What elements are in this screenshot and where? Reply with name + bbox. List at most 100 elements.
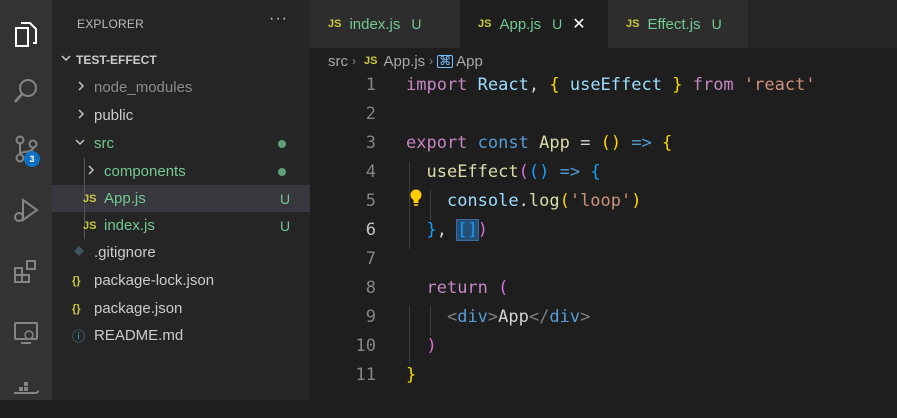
- search-icon[interactable]: [0, 67, 52, 115]
- json-file-icon: {}: [72, 302, 81, 315]
- indent-guide: [430, 190, 431, 220]
- code-token: =: [580, 133, 591, 153]
- editor-tabs: JS index.js U JS App.js U ✕ JS Effect.js…: [310, 0, 897, 48]
- tree-item-label: App.js: [104, 190, 146, 207]
- code-line[interactable]: }: [406, 365, 416, 385]
- code-line[interactable]: export const App = () => {: [406, 133, 672, 153]
- code-token: (: [518, 162, 529, 182]
- close-icon[interactable]: ✕: [572, 14, 585, 34]
- tab-effect-js[interactable]: JS Effect.js U: [608, 0, 748, 48]
- code-token: useEffect: [426, 162, 519, 182]
- code-token: ,: [528, 75, 550, 95]
- modified-dot: [278, 167, 286, 176]
- git-status: U: [280, 217, 291, 234]
- tree-item-app-js[interactable]: JS App.js U: [52, 185, 310, 212]
- code-token: App: [498, 307, 529, 327]
- breadcrumb-file[interactable]: App.js: [383, 53, 425, 70]
- code-token: }: [426, 220, 437, 240]
- breadcrumb-symbol[interactable]: App: [456, 53, 483, 70]
- tree-item-src[interactable]: src: [52, 130, 310, 157]
- code-line[interactable]: }, []): [406, 219, 488, 241]
- symbol-icon: ⌘: [437, 53, 454, 68]
- tree-item-label: public: [94, 107, 134, 124]
- tree-item-index-js[interactable]: JS index.js U: [52, 212, 310, 239]
- gitignore-icon: [74, 246, 84, 259]
- chevron-right-icon: [76, 108, 88, 123]
- line-number: 6: [365, 220, 376, 240]
- code-token: .: [518, 191, 529, 211]
- tree-item-node-modules[interactable]: node_modules: [52, 74, 310, 101]
- js-file-icon: JS: [364, 55, 378, 67]
- tree-item-label: index.js: [104, 217, 155, 234]
- line-number: 3: [365, 133, 376, 153]
- remote-explorer-icon[interactable]: [0, 308, 52, 356]
- code-line[interactable]: return (: [406, 278, 508, 298]
- tree-item-package-lock[interactable]: {} package-lock.json: [52, 267, 310, 294]
- tree-item-label: package.json: [94, 300, 183, 317]
- code-token: (: [498, 278, 509, 298]
- js-file-icon: JS: [328, 18, 342, 30]
- code-token: from: [692, 75, 734, 95]
- extensions-icon[interactable]: [0, 248, 52, 296]
- line-number: 10: [355, 336, 376, 356]
- code-token: {: [549, 75, 560, 95]
- code-line[interactable]: <div>App</div>: [406, 307, 590, 327]
- line-number: 11: [355, 365, 376, 385]
- tab-app-js[interactable]: JS App.js U ✕: [460, 0, 608, 48]
- tree-item-gitignore[interactable]: .gitignore: [52, 239, 310, 266]
- tree-item-label: node_modules: [94, 79, 193, 96]
- tab-label: index.js: [349, 15, 401, 33]
- code-token: 'loop': [569, 191, 632, 211]
- tab-git-status: U: [411, 16, 422, 32]
- line-number: 4: [365, 162, 376, 182]
- code-token: {: [662, 133, 673, 153]
- js-file-icon: JS: [83, 219, 97, 232]
- tab-label: App.js: [499, 15, 542, 33]
- code-token: div: [549, 307, 581, 327]
- source-control-icon[interactable]: 3: [0, 125, 52, 173]
- tree-item-label: components: [104, 163, 186, 180]
- code-token: 'react': [743, 75, 816, 95]
- chevron-right-icon: [76, 80, 88, 95]
- explorer-title: EXPLORER: [77, 17, 144, 31]
- code-line[interactable]: ): [406, 336, 437, 356]
- run-debug-icon[interactable]: [0, 186, 52, 234]
- code-line[interactable]: console.log('loop'): [406, 191, 642, 211]
- more-actions-button[interactable]: ···: [269, 10, 288, 28]
- code-token: ): [631, 191, 642, 211]
- docker-icon[interactable]: [0, 370, 52, 418]
- code-line[interactable]: import React, { useEffect } from 'react': [406, 75, 816, 95]
- code-token: export: [406, 133, 468, 153]
- files-icon[interactable]: [0, 10, 52, 58]
- tree-item-public[interactable]: public: [52, 102, 310, 129]
- breadcrumb-folder[interactable]: src: [328, 53, 348, 70]
- git-status: U: [280, 190, 291, 207]
- code-editor[interactable]: 1 2 3 4 5 6 7 8 9 10 11 import React, { useEffect …: [310, 74, 897, 400]
- tree-item-label: src: [94, 135, 114, 152]
- tree-item-package-json[interactable]: {} package.json: [52, 295, 310, 322]
- chevron-down-icon: [60, 51, 74, 69]
- code-token: =>: [559, 162, 581, 182]
- lightbulb-icon[interactable]: [409, 189, 423, 212]
- project-section-header[interactable]: TEST-EFFECT: [52, 47, 310, 73]
- tree-item-readme[interactable]: ⓘ README.md: [52, 322, 310, 349]
- project-name: TEST-EFFECT: [76, 53, 157, 67]
- tree-item-components[interactable]: components: [52, 158, 310, 185]
- code-token: import: [406, 75, 468, 95]
- code-token: ): [426, 336, 437, 356]
- line-number: 5: [365, 191, 376, 211]
- tree-item-label: package-lock.json: [94, 272, 215, 289]
- code-token: }: [672, 75, 683, 95]
- tab-git-status: U: [711, 16, 722, 32]
- code-token: (: [559, 191, 570, 211]
- code-line[interactable]: useEffect(() => {: [406, 162, 600, 182]
- tab-index-js[interactable]: JS index.js U: [310, 0, 460, 48]
- tab-git-status: U: [552, 16, 563, 32]
